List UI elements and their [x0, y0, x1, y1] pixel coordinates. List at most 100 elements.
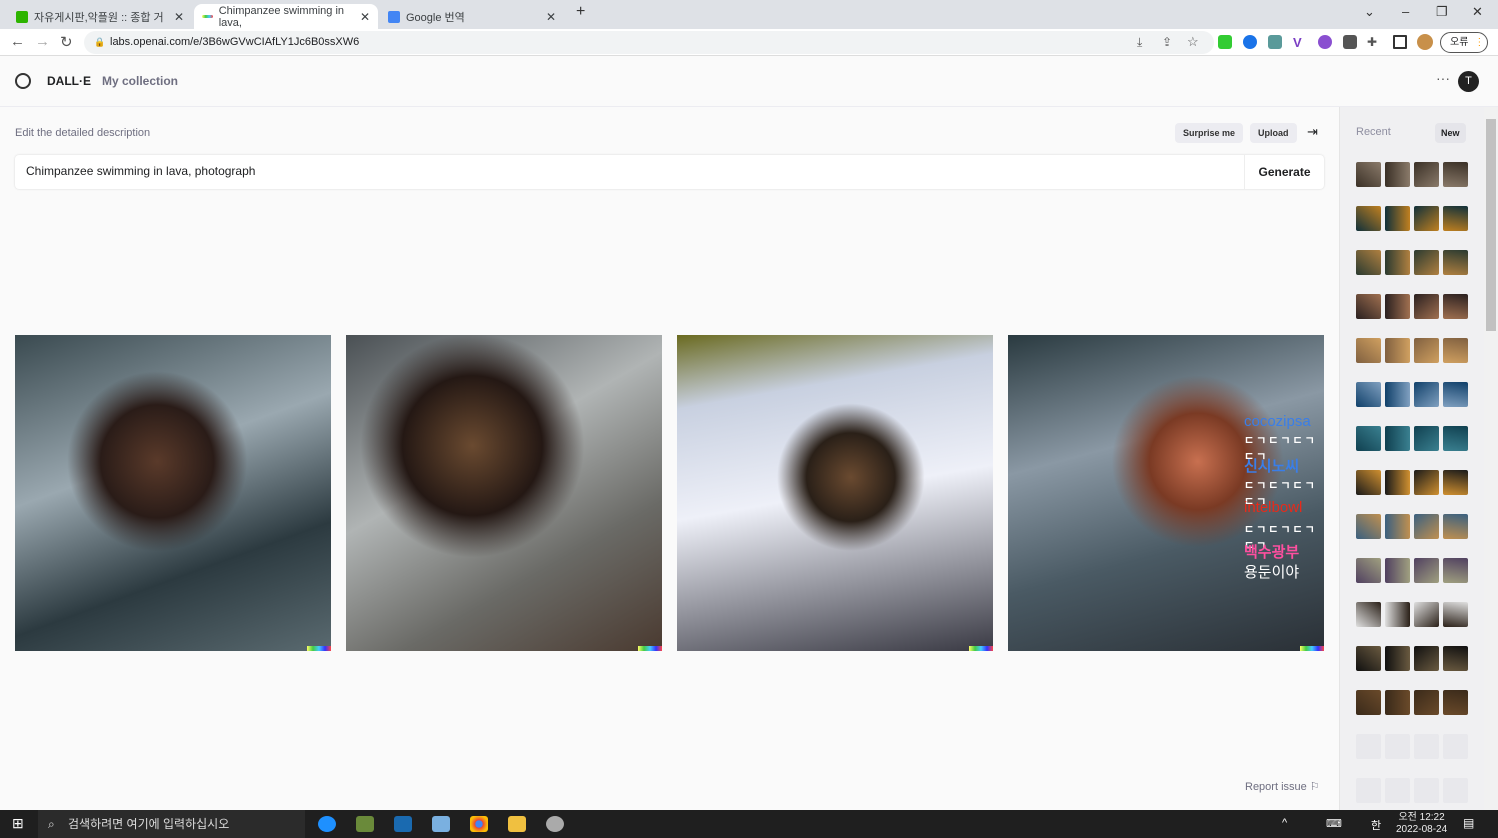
recent-thumbnail[interactable]	[1385, 558, 1410, 583]
side-panel-icon[interactable]	[1393, 35, 1407, 49]
close-tab-icon[interactable]: ✕	[174, 10, 184, 24]
collapse-sidebar-icon[interactable]: ⇥	[1307, 124, 1318, 140]
recent-thumbnail[interactable]	[1414, 382, 1439, 407]
recent-thumbnail[interactable]	[1356, 294, 1381, 319]
extension-v-icon[interactable]: V	[1293, 35, 1307, 50]
keyboard-icon[interactable]: ⌨	[1326, 817, 1342, 830]
recent-thumbnail[interactable]	[1385, 646, 1410, 671]
back-icon[interactable]: ←	[10, 33, 25, 50]
tab-forum[interactable]: 자유게시판,악플원 :: 종합 거 ✕	[8, 4, 192, 29]
recent-thumbnail[interactable]	[1414, 250, 1439, 275]
recent-thumbnail[interactable]	[1414, 514, 1439, 539]
taskbar-search[interactable]: ⌕ 검색하려면 여기에 입력하십시오	[38, 810, 305, 838]
recent-thumbnail[interactable]	[1356, 382, 1381, 407]
profile-avatar[interactable]	[1417, 34, 1433, 50]
recent-thumbnail[interactable]	[1356, 426, 1381, 451]
recent-thumbnail[interactable]	[1385, 206, 1410, 231]
app-icon[interactable]	[432, 816, 450, 832]
recent-thumbnail[interactable]	[1385, 382, 1410, 407]
tab-dalle[interactable]: Chimpanzee swimming in lava, ✕	[194, 4, 378, 29]
recent-thumbnail[interactable]	[1356, 646, 1381, 671]
recent-thumbnail[interactable]	[1385, 426, 1410, 451]
install-icon[interactable]: ⤓	[1137, 35, 1142, 50]
recent-thumbnail[interactable]	[1356, 250, 1381, 275]
edge-icon[interactable]	[318, 816, 336, 832]
close-window-icon[interactable]: ✕	[1472, 4, 1483, 20]
recent-thumbnail[interactable]	[1385, 470, 1410, 495]
brand-link[interactable]: DALL·E	[47, 74, 91, 88]
minimize-icon[interactable]: –	[1402, 4, 1409, 19]
recent-thumbnail[interactable]	[1443, 426, 1468, 451]
recent-thumbnail[interactable]	[1443, 690, 1468, 715]
recent-thumbnail[interactable]	[1443, 382, 1468, 407]
report-issue-link[interactable]: Report issue ⚐	[1245, 780, 1320, 793]
recent-thumbnail[interactable]	[1356, 162, 1381, 187]
recent-thumbnail[interactable]	[1385, 294, 1410, 319]
user-avatar[interactable]: T	[1458, 71, 1479, 92]
recent-thumbnail[interactable]	[1443, 646, 1468, 671]
recent-thumbnail[interactable]	[1414, 206, 1439, 231]
recent-thumbnail[interactable]	[1443, 558, 1468, 583]
file-explorer-icon[interactable]	[508, 816, 526, 832]
tab-search-icon[interactable]: ⌄	[1364, 4, 1375, 20]
recent-thumbnail[interactable]	[1356, 558, 1381, 583]
recent-thumbnail[interactable]	[1385, 162, 1410, 187]
recent-thumbnail[interactable]	[1414, 558, 1439, 583]
forward-icon[interactable]: →	[35, 33, 50, 50]
recent-thumbnail[interactable]	[1414, 602, 1439, 627]
recent-thumbnail[interactable]	[1443, 206, 1468, 231]
recent-thumbnail[interactable]	[1414, 470, 1439, 495]
chrome-icon[interactable]	[470, 816, 488, 832]
prompt-input[interactable]	[26, 164, 1226, 178]
recent-thumbnail[interactable]	[1356, 514, 1381, 539]
recent-thumbnail[interactable]	[1356, 470, 1381, 495]
extension-icon[interactable]	[1318, 35, 1332, 49]
url-field[interactable]: 🔒 labs.openai.com/e/3B6wGVwCIAfLY1Jc6B0ss…	[84, 31, 1214, 54]
generate-button[interactable]: Generate	[1244, 155, 1324, 189]
scrollbar-thumb[interactable]	[1486, 119, 1496, 331]
recent-thumbnail[interactable]	[1443, 470, 1468, 495]
notifications-icon[interactable]: ▤	[1463, 816, 1474, 830]
windows-start-icon[interactable]: ⊞	[12, 815, 24, 832]
recent-thumbnail[interactable]	[1356, 690, 1381, 715]
generated-image-4[interactable]: cocozipsa ㄷㄱㄷㄱㄷㄱㄷㄱ 신시노씨 ㄷㄱㄷㄱㄷㄱㄷㄱ intelbo…	[1008, 335, 1324, 651]
recent-thumbnail[interactable]	[1385, 250, 1410, 275]
recent-thumbnail[interactable]	[1443, 338, 1468, 363]
puzzle-icon[interactable]: ✚	[1367, 35, 1377, 49]
recent-thumbnail[interactable]	[1385, 514, 1410, 539]
recent-thumbnail[interactable]	[1385, 690, 1410, 715]
recent-thumbnail[interactable]	[1443, 250, 1468, 275]
more-options-icon[interactable]: ···	[1436, 70, 1450, 86]
profile-error-button[interactable]: 오류 ⋮	[1440, 32, 1488, 53]
minecraft-icon[interactable]	[356, 816, 374, 832]
generated-image-1[interactable]	[15, 335, 331, 651]
recent-thumbnail[interactable]	[1356, 338, 1381, 363]
extension-icon[interactable]	[1218, 35, 1232, 49]
my-collection-link[interactable]: My collection	[102, 74, 178, 88]
recent-thumbnail[interactable]	[1443, 602, 1468, 627]
openai-logo-icon[interactable]	[15, 73, 31, 89]
recent-thumbnail[interactable]	[1414, 690, 1439, 715]
extension-icon[interactable]	[1343, 35, 1357, 49]
bookmark-star-icon[interactable]: ☆	[1187, 34, 1199, 50]
recent-thumbnail[interactable]	[1385, 338, 1410, 363]
extension-icon[interactable]	[1243, 35, 1257, 49]
recent-thumbnail[interactable]	[1414, 338, 1439, 363]
recent-thumbnail[interactable]	[1414, 646, 1439, 671]
clock[interactable]: 오전 12:22 2022-08-24	[1396, 812, 1447, 836]
upload-button[interactable]: Upload	[1250, 123, 1297, 143]
recent-thumbnail[interactable]	[1356, 206, 1381, 231]
recent-thumbnail[interactable]	[1443, 294, 1468, 319]
restore-icon[interactable]: ❐	[1436, 4, 1448, 20]
generated-image-3[interactable]	[677, 335, 993, 651]
tray-chevron-icon[interactable]: ^	[1282, 817, 1287, 829]
surprise-me-button[interactable]: Surprise me	[1175, 123, 1244, 143]
vrew-icon[interactable]	[394, 816, 412, 832]
page-scrollbar[interactable]	[1484, 107, 1498, 810]
recent-thumbnail[interactable]	[1414, 426, 1439, 451]
tab-google-translate[interactable]: Google 번역 ✕	[380, 4, 564, 29]
new-button[interactable]: New	[1435, 123, 1466, 143]
share-icon[interactable]: ⇪	[1162, 35, 1172, 49]
recent-thumbnail[interactable]	[1414, 162, 1439, 187]
recent-thumbnail[interactable]	[1385, 602, 1410, 627]
